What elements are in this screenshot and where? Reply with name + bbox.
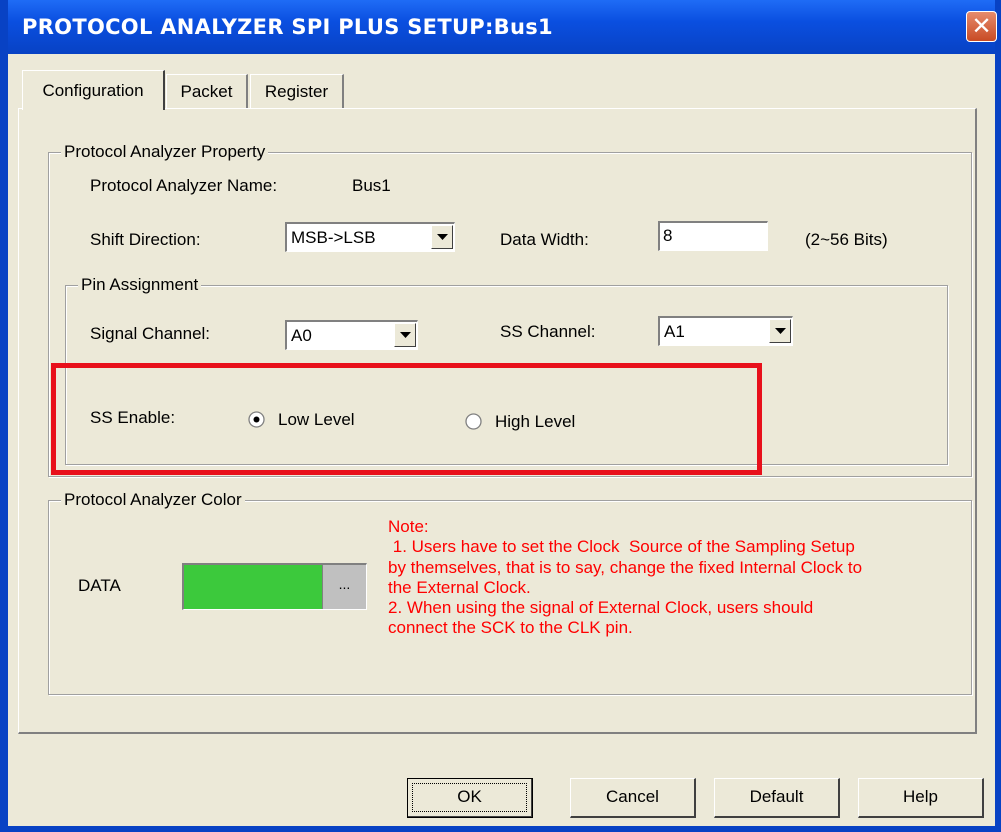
data-width-label: Data Width:	[500, 230, 589, 249]
color-group-legend: Protocol Analyzer Color	[61, 490, 245, 510]
shift-direction-label: Shift Direction:	[90, 230, 201, 249]
signal-channel-value: A0	[291, 326, 312, 345]
ss-channel-value: A1	[664, 322, 685, 341]
title-bar[interactable]: PROTOCOL ANALYZER SPI PLUS SETUP:Bus1 ✕	[8, 0, 997, 54]
data-color-label: DATA	[78, 576, 121, 595]
ss-enable-highlight-box	[51, 363, 762, 475]
close-icon: ✕	[971, 12, 992, 40]
tab-register[interactable]: Register	[250, 74, 344, 108]
shift-direction-value: MSB->LSB	[291, 228, 376, 247]
signal-channel-select[interactable]: A0	[285, 320, 418, 350]
ss-channel-select[interactable]: A1	[658, 316, 793, 346]
chevron-down-icon[interactable]	[394, 323, 416, 347]
tab-configuration[interactable]: Configuration	[22, 70, 165, 110]
data-width-field[interactable]	[663, 226, 760, 246]
note-text: Note: 1. Users have to set the Clock Sou…	[388, 517, 863, 638]
help-button[interactable]: Help	[858, 778, 984, 818]
analyzer-name-value: Bus1	[352, 176, 391, 195]
ok-button[interactable]: OK	[407, 778, 533, 818]
color-picker-button[interactable]: ...	[322, 565, 366, 609]
default-button[interactable]: Default	[714, 778, 840, 818]
cancel-button[interactable]: Cancel	[570, 778, 696, 818]
analyzer-name-label: Protocol Analyzer Name:	[90, 176, 278, 195]
data-width-input[interactable]	[658, 221, 768, 251]
window-title: PROTOCOL ANALYZER SPI PLUS SETUP:Bus1	[22, 15, 553, 39]
data-width-hint: (2~56 Bits)	[805, 230, 888, 249]
property-group-legend: Protocol Analyzer Property	[61, 142, 269, 162]
ellipsis-icon: ...	[338, 576, 351, 592]
chevron-down-icon[interactable]	[431, 225, 453, 249]
pin-assignment-legend: Pin Assignment	[78, 275, 202, 295]
shift-direction-select[interactable]: MSB->LSB	[285, 222, 455, 252]
chevron-down-icon[interactable]	[769, 319, 791, 343]
signal-channel-label: Signal Channel:	[90, 324, 211, 343]
tab-packet[interactable]: Packet	[166, 74, 248, 108]
ss-channel-label: SS Channel:	[500, 322, 596, 341]
close-button[interactable]: ✕	[966, 11, 997, 42]
data-color-swatch[interactable]: ...	[182, 563, 367, 610]
